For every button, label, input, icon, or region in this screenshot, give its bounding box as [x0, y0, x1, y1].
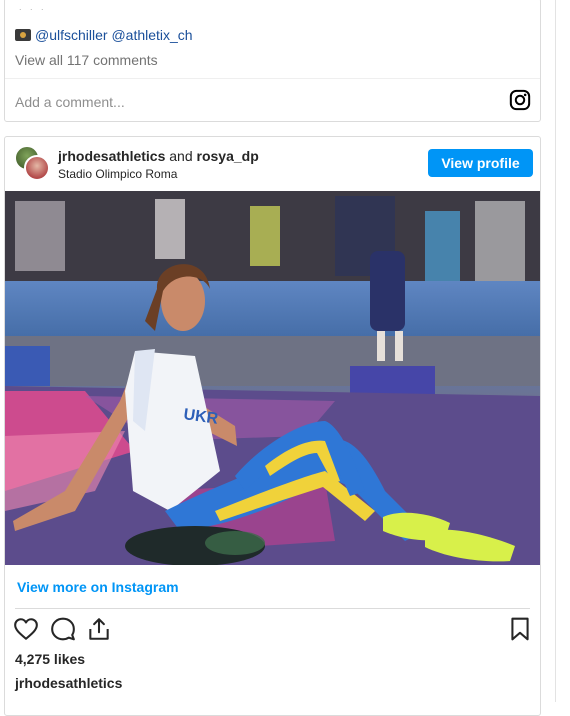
previous-post-card: . . . @ulfschiller @athletix_ch View all…: [4, 0, 541, 122]
coauthor-username[interactable]: rosya_dp: [197, 148, 259, 164]
truncated-text-dots: . . .: [19, 2, 47, 12]
likes-count[interactable]: 4,275 likes: [15, 651, 85, 667]
bookmark-icon[interactable]: [507, 616, 533, 642]
share-icon[interactable]: [86, 616, 112, 642]
page-edge-rule: [555, 0, 556, 702]
instagram-post-card: jrhodesathletics and rosya_dp Stadio Oli…: [4, 136, 541, 716]
divider: [15, 608, 530, 609]
view-profile-button[interactable]: View profile: [428, 149, 533, 177]
post-actions-bar: [5, 616, 540, 646]
view-all-comments-link[interactable]: View all 117 comments: [15, 52, 158, 68]
athlete-photo: UKR: [5, 191, 540, 565]
instagram-icon[interactable]: [509, 89, 531, 111]
comment-icon[interactable]: [50, 616, 76, 642]
avatar[interactable]: [14, 145, 50, 181]
author-username[interactable]: jrhodesathletics: [58, 148, 165, 164]
post-location[interactable]: Stadio Olimpico Roma: [58, 167, 259, 181]
authors-connector: and: [169, 148, 193, 164]
post-photo[interactable]: UKR: [5, 191, 540, 565]
view-more-on-instagram-link[interactable]: View more on Instagram: [17, 579, 179, 595]
divider: [5, 78, 540, 79]
caption-mentions[interactable]: @ulfschiller @athletix_ch: [15, 27, 193, 43]
heart-icon[interactable]: [13, 616, 39, 642]
caption-username[interactable]: jrhodesathletics: [15, 675, 122, 691]
post-authors: jrhodesathletics and rosya_dp: [58, 148, 259, 164]
add-comment-input[interactable]: Add a comment...: [15, 94, 125, 110]
coauthor-avatar[interactable]: [24, 155, 50, 181]
camera-emoji-icon: [15, 29, 31, 41]
mentions-text[interactable]: @ulfschiller @athletix_ch: [35, 27, 193, 43]
post-header: jrhodesathletics and rosya_dp Stadio Oli…: [58, 148, 259, 181]
